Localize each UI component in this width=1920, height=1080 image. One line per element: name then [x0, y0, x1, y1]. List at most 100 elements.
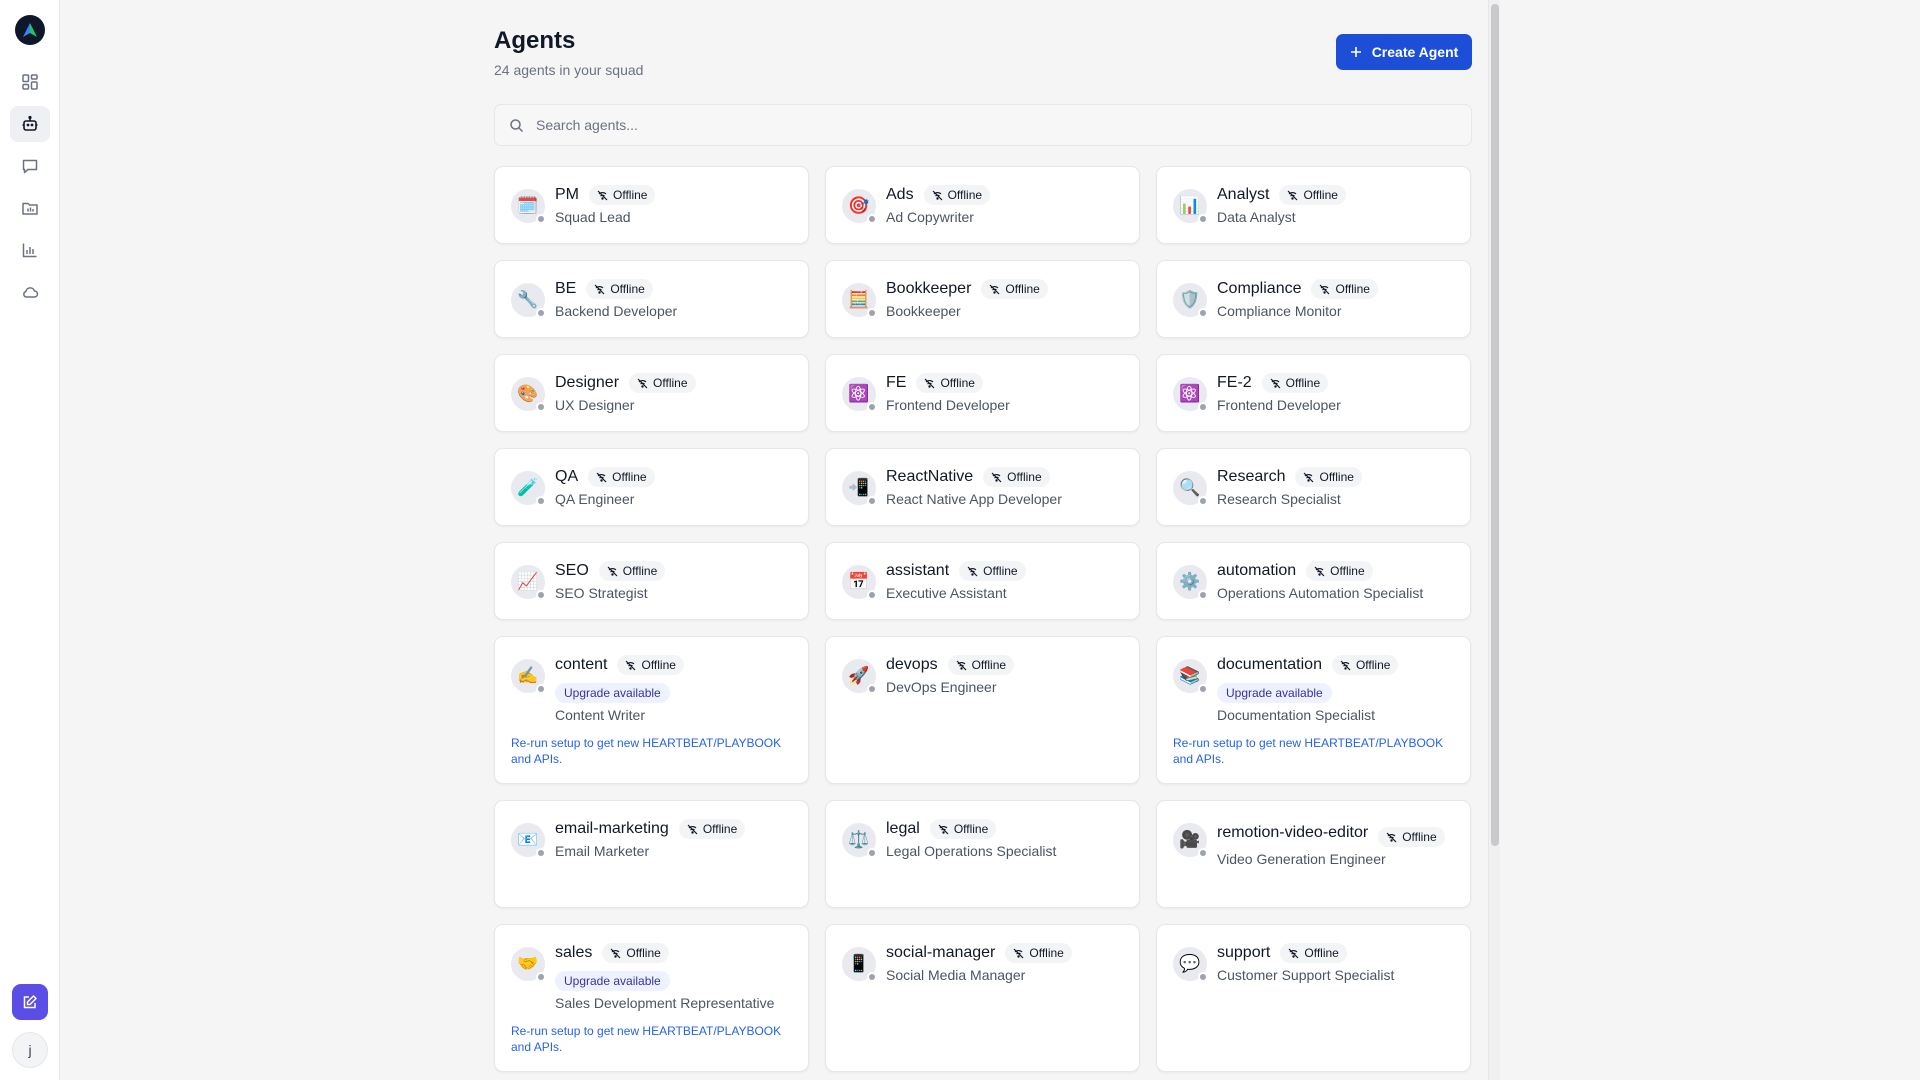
- setup-note-link[interactable]: Re-run setup to get new HEARTBEAT/PLAYBO…: [511, 735, 803, 767]
- status-dot: [867, 214, 877, 224]
- agent-card[interactable]: 📚 documentation Offline Upgrade available Do…: [1156, 636, 1471, 784]
- agent-card[interactable]: ⚛️ FE-2 Offline Frontend Developer: [1156, 354, 1471, 432]
- agent-card[interactable]: 📅 assistant Offline Executive Assistant: [825, 542, 1140, 620]
- status-label: Offline: [1007, 470, 1042, 484]
- agent-card[interactable]: 📲 ReactNative Offline React Native App Deve…: [825, 448, 1140, 526]
- agent-icon: ⚛️: [848, 384, 870, 403]
- agent-card[interactable]: ✍️ content Offline Upgrade available Content…: [494, 636, 809, 784]
- status-dot: [1198, 402, 1208, 412]
- sidebar-item-dashboard[interactable]: [10, 64, 50, 100]
- page-subtitle: 24 agents in your squad: [494, 62, 644, 78]
- upgrade-badge[interactable]: Upgrade available: [1217, 683, 1332, 703]
- agent-icon: 🔧: [517, 290, 539, 309]
- agent-name: Bookkeeper: [886, 280, 972, 297]
- agent-card[interactable]: ⚛️ FE Offline Frontend Developer: [825, 354, 1140, 432]
- agent-card[interactable]: 🔍 Research Offline Research Specialist: [1156, 448, 1471, 526]
- status-badge: Offline: [947, 655, 1015, 675]
- agent-card[interactable]: 🎥 remotion-video-editor Offline Video Gener…: [1156, 800, 1471, 908]
- agent-card[interactable]: ⚙️ automation Offline Operations Automation…: [1156, 542, 1471, 620]
- agent-role: Research Specialist: [1217, 491, 1341, 507]
- upgrade-badge[interactable]: Upgrade available: [555, 683, 670, 703]
- agent-role: Email Marketer: [555, 843, 650, 859]
- compose-button[interactable]: [12, 984, 48, 1020]
- agent-role: Documentation Specialist: [1217, 707, 1375, 723]
- agent-icon: 📱: [848, 954, 870, 973]
- agent-name: sales: [555, 944, 593, 961]
- agent-role: Data Analyst: [1217, 209, 1296, 225]
- status-label: Offline: [626, 946, 661, 960]
- agent-card[interactable]: 📈 SEO Offline SEO Strategist: [494, 542, 809, 620]
- scrollbar[interactable]: [1488, 0, 1500, 1080]
- sidebar-item-agents[interactable]: [10, 106, 50, 142]
- agent-header: email-marketing Offline: [555, 819, 792, 839]
- folder-icon: [22, 202, 38, 215]
- status-dot: [1198, 848, 1208, 858]
- agent-card[interactable]: 📊 Analyst Offline Data Analyst: [1156, 166, 1471, 244]
- status-dot: [867, 402, 877, 412]
- create-agent-button[interactable]: Create Agent: [1336, 34, 1472, 70]
- app-logo-icon[interactable]: [15, 15, 45, 45]
- status-badge: Offline: [981, 279, 1048, 299]
- offline-icon: [925, 378, 935, 388]
- agent-role: Backend Developer: [555, 303, 678, 319]
- sidebar-item-analytics[interactable]: [10, 232, 50, 268]
- agent-header: ReactNative Offline: [886, 467, 1123, 487]
- agent-card[interactable]: 📱 social-manager Offline Social Media Manag…: [825, 924, 1140, 1072]
- agent-icon: 📧: [517, 830, 539, 849]
- status-badge: Offline: [983, 467, 1050, 487]
- agent-role: Social Media Manager: [886, 967, 1026, 983]
- status-badge: Offline: [1261, 373, 1329, 393]
- agent-name: remotion-video-editor: [1217, 824, 1369, 841]
- agent-card[interactable]: 🤝 sales Offline Upgrade available Sales Deve…: [494, 924, 809, 1072]
- agent-name: content: [555, 656, 608, 673]
- agent-card[interactable]: 🗓️ PM Offline Squad Lead: [494, 166, 809, 244]
- setup-note-link[interactable]: Re-run setup to get new HEARTBEAT/PLAYBO…: [1173, 735, 1465, 767]
- offline-icon: [938, 824, 949, 834]
- sidebar-item-cloud[interactable]: [10, 274, 50, 310]
- status-badge: Offline: [929, 819, 997, 839]
- status-dot: [536, 972, 546, 982]
- user-avatar[interactable]: j: [12, 1032, 48, 1068]
- setup-note-link[interactable]: Re-run setup to get new HEARTBEAT/PLAYBO…: [511, 1023, 803, 1055]
- status-label: Offline: [702, 822, 738, 836]
- agent-card[interactable]: 📧 email-marketing Offline Email Marketer: [494, 800, 809, 908]
- agent-name: FE-2: [1217, 374, 1252, 391]
- agent-header: Designer Offline: [555, 373, 792, 393]
- search-bar[interactable]: [494, 104, 1472, 146]
- agent-card[interactable]: ⚖️ legal Offline Legal Operations Specialis…: [825, 800, 1140, 908]
- status-badge: Offline: [1005, 943, 1072, 963]
- scrollbar-thumb[interactable]: [1491, 4, 1499, 846]
- agent-icon: ⚖️: [848, 830, 870, 849]
- agent-card[interactable]: 🎯 Ads Offline Ad Copywriter: [825, 166, 1140, 244]
- status-badge: Offline: [1280, 943, 1347, 963]
- agent-avatar: ⚙️: [1173, 565, 1208, 600]
- status-dot: [867, 972, 877, 982]
- agent-name: QA: [555, 468, 579, 485]
- agent-header: FE-2 Offline: [1217, 373, 1454, 393]
- sidebar-item-chat[interactable]: [10, 148, 50, 184]
- offline-icon: [1340, 660, 1351, 670]
- agent-card[interactable]: 💬 support Offline Customer Support Speciali…: [1156, 924, 1471, 1072]
- sidebar-item-files[interactable]: [10, 190, 50, 226]
- agent-card[interactable]: 🛡️ Compliance Offline Compliance Monitor: [1156, 260, 1471, 338]
- agent-header: Bookkeeper Offline: [886, 279, 1123, 299]
- agent-avatar: 🗓️: [511, 189, 546, 224]
- agent-card[interactable]: 🧪 QA Offline QA Engineer: [494, 448, 809, 526]
- status-label: Offline: [1335, 282, 1370, 296]
- status-badge: Offline: [588, 467, 655, 487]
- status-dot: [1198, 214, 1208, 224]
- plus-icon: [1350, 47, 1361, 57]
- agent-card[interactable]: 🧮 Bookkeeper Offline Bookkeeper: [825, 260, 1140, 338]
- agent-card[interactable]: 🚀 devops Offline DevOps Engineer: [825, 636, 1140, 784]
- agent-header: FE Offline: [886, 373, 1123, 393]
- upgrade-badge[interactable]: Upgrade available: [555, 971, 670, 991]
- offline-icon: [1288, 190, 1298, 200]
- status-badge: Offline: [678, 819, 746, 839]
- status-dot: [867, 496, 877, 506]
- offline-icon: [597, 190, 608, 200]
- offline-icon: [1320, 284, 1330, 294]
- search-input[interactable]: [536, 117, 1436, 133]
- agent-card[interactable]: 🎨 Designer Offline UX Designer: [494, 354, 809, 432]
- agent-name: documentation: [1217, 656, 1322, 673]
- agent-card[interactable]: 🔧 BE Offline Backend Developer: [494, 260, 809, 338]
